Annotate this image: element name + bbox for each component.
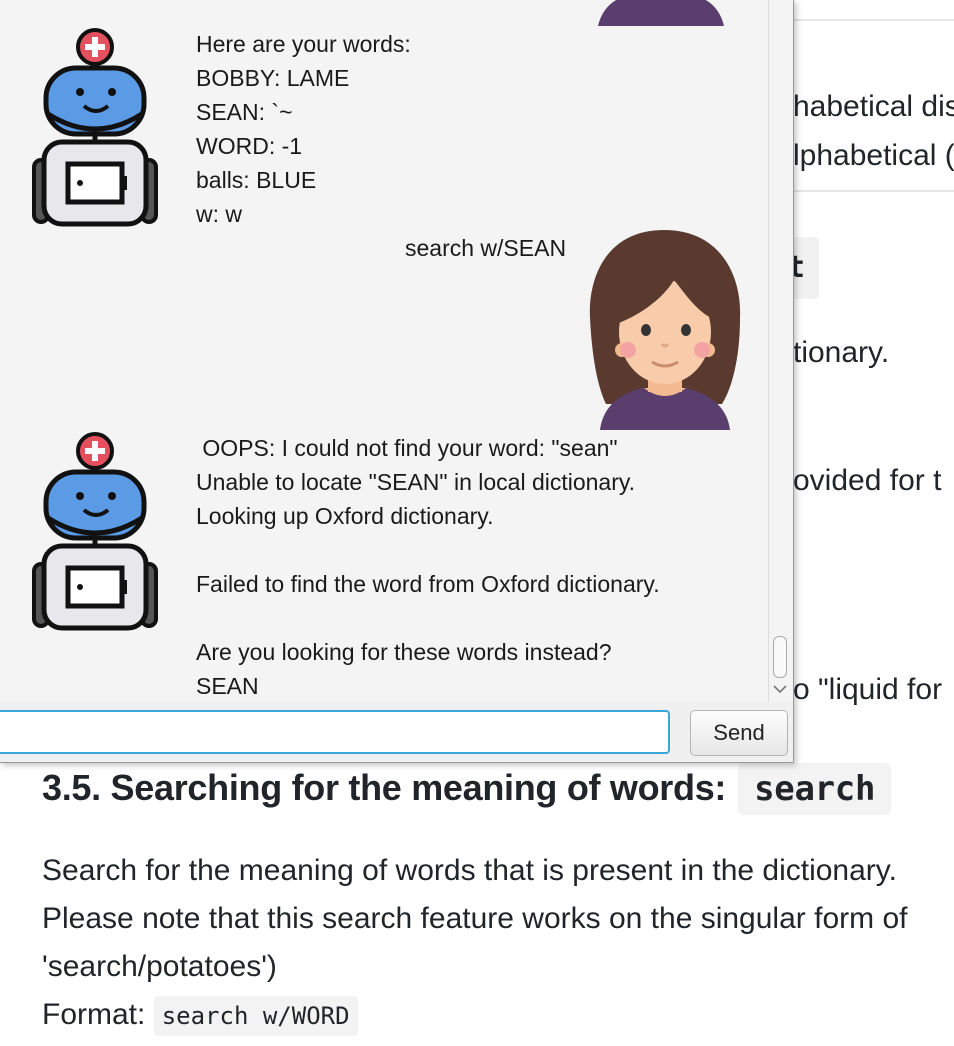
robot-icon xyxy=(32,432,158,631)
doc-code-fragment: t xyxy=(787,237,819,299)
format-code: search w/WORD xyxy=(153,996,358,1037)
divider xyxy=(793,190,954,192)
section-heading: 3.5. Searching for the meaning of words:… xyxy=(42,762,892,815)
dialog-scrollbar[interactable] xyxy=(768,0,791,702)
dialog-container: Here are your words: BOBBY: LAME SEAN: `… xyxy=(0,0,768,702)
bot-message: OOPS: I could not find your word: "sean"… xyxy=(196,435,660,699)
doc-text-fragment: lphabetical ( xyxy=(793,139,954,172)
doc-text-fragment: ovided for t xyxy=(793,464,942,497)
doc-text-fragment: tionary. xyxy=(793,336,890,369)
format-line: Format: search w/WORD xyxy=(42,991,358,1039)
input-bar: Send xyxy=(0,702,793,762)
doc-text-fragment: o "liquid for xyxy=(793,673,943,706)
chat-window: Here are your words: BOBBY: LAME SEAN: `… xyxy=(0,0,794,763)
girl-avatar-icon xyxy=(589,230,741,430)
doc-paragraph: Search for the meaning of words that is … xyxy=(42,854,897,887)
section-heading-text: 3.5. Searching for the meaning of words: xyxy=(42,767,727,808)
robot-icon xyxy=(32,28,158,227)
scroll-thumb[interactable] xyxy=(773,636,787,678)
message-input[interactable] xyxy=(0,710,670,754)
doc-paragraph: 'search/potatoes') xyxy=(42,950,277,983)
format-label: Format: xyxy=(42,998,146,1031)
doc-text-fragment: habetical dis xyxy=(793,90,954,123)
send-button[interactable]: Send xyxy=(690,710,788,756)
chevron-down-icon[interactable] xyxy=(771,680,789,700)
bot-message: Here are your words: BOBBY: LAME SEAN: `… xyxy=(196,31,411,227)
divider xyxy=(793,19,954,21)
girl-avatar-icon xyxy=(598,0,724,26)
section-heading-code: search xyxy=(738,763,892,815)
user-message: search w/SEAN xyxy=(405,235,567,261)
doc-paragraph: Please note that this search feature wor… xyxy=(42,902,908,935)
